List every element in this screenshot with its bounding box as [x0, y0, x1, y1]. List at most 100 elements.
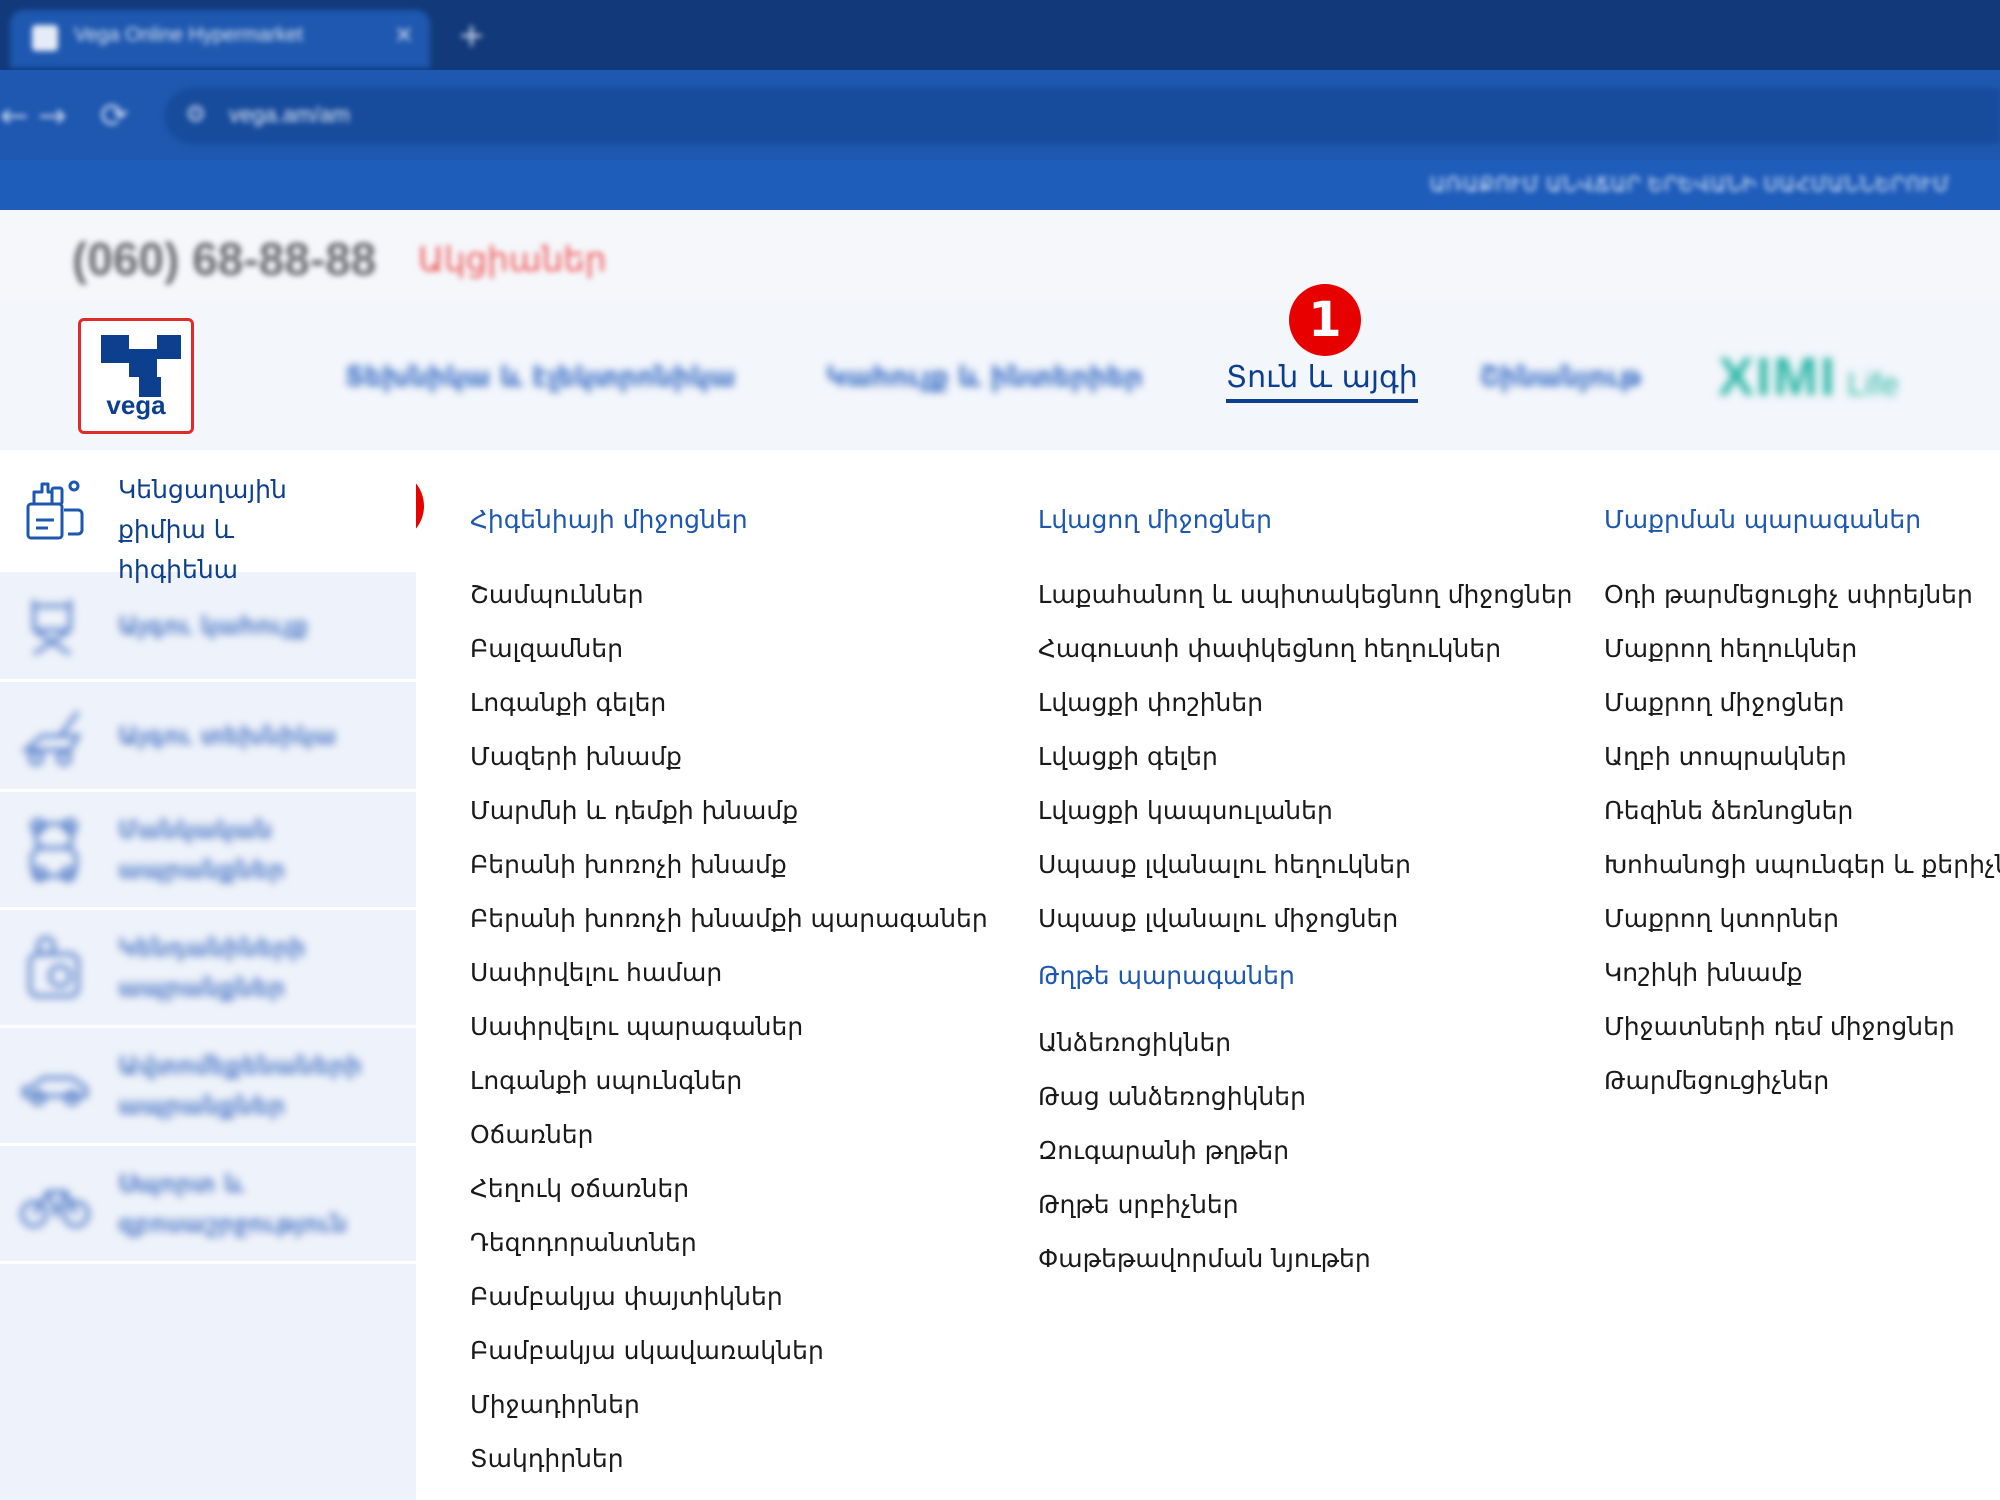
car-icon: [22, 1076, 88, 1106]
menu-item[interactable]: Անձեռոցիկներ: [1038, 1016, 1573, 1070]
menu-item[interactable]: Մաքրող հեղուկներ: [1604, 622, 2000, 676]
menu-item[interactable]: Մաքրող միջոցներ: [1604, 676, 2000, 730]
menu-item[interactable]: Միջատների դեմ միջոցներ: [1604, 1000, 2000, 1054]
sidebar-item-kids-products[interactable]: Մանկական ապրանքներ: [0, 792, 416, 910]
menu-item[interactable]: Լոգանքի գելեր: [470, 676, 988, 730]
nav-electronics[interactable]: Տեխնիկա և էլեկտրոնիկա: [345, 360, 735, 393]
menu-item[interactable]: Բամբակյա փայտիկներ: [470, 1270, 988, 1324]
sidebar-item-label: Կենդանիների ապրանքներ: [118, 933, 306, 1002]
menu-item[interactable]: Միջադիրներ: [470, 1378, 988, 1432]
logo-text: vega: [106, 390, 166, 420]
pet-supplies-icon: [28, 936, 80, 998]
site-header: vega Տեխնիկա և էլեկտրոնիկա Կահույք և ինտ…: [0, 302, 2000, 450]
column-spacer: [470, 540, 988, 568]
phone-number[interactable]: (060) 68-88-88: [72, 232, 376, 286]
menu-item[interactable]: Տակդիրներ: [470, 1432, 988, 1486]
menu-item[interactable]: Շամպուններ: [470, 568, 988, 622]
menu-item[interactable]: Սափրվելու համար: [470, 946, 988, 1000]
reload-icon[interactable]: ⟳: [100, 96, 129, 136]
director-chair-icon: [32, 600, 72, 656]
sidebar-item-sports-tourism[interactable]: Սպորտ և զբոսաշրջություն: [0, 1146, 416, 1264]
cleaning-supplies-icon: [26, 480, 84, 540]
menu-item[interactable]: Հեղուկ օճառներ: [470, 1162, 988, 1216]
column-heading-cleaning[interactable]: Մաքրման պարագաներ: [1604, 500, 2000, 540]
menu-item[interactable]: Մազերի խնամք: [470, 730, 988, 784]
ximi-logo: XIMI: [1718, 347, 1838, 407]
menu-item[interactable]: Լաքահանող և սպիտակեցնող միջոցներ: [1038, 568, 1573, 622]
nav-ximi-life[interactable]: XIMI Life: [1718, 346, 1899, 408]
sidebar-item-label: Մանկական ապրանքներ: [118, 815, 285, 884]
menu-item[interactable]: Լվացքի կապսուլաներ: [1038, 784, 1573, 838]
menu-item[interactable]: Լվացքի փոշիներ: [1038, 676, 1573, 730]
address-bar[interactable]: ⚙ vega.am/am: [165, 88, 2000, 144]
lawn-mower-icon: [20, 710, 82, 766]
address-url[interactable]: vega.am/am: [229, 102, 350, 128]
logo-square: [157, 335, 181, 359]
menu-column-washing: Լվացող միջոցներ Լաքահանող և սպիտակեցնող …: [1038, 500, 1573, 1286]
menu-item[interactable]: Դեզոդորանտներ: [470, 1216, 988, 1270]
tab-close-icon[interactable]: ×: [394, 20, 414, 48]
promo-text: ԱՌԱՔՈՒՄ ԱՆՎՃԱՐ ԵՐԵՎԱՆԻ ՍԱՀՄԱՆՆԵՐՈՒՄ: [1429, 174, 1950, 196]
column-heading-washing[interactable]: Լվացող միջոցներ: [1038, 500, 1573, 540]
sidebar-item-label: Ավտոմեքենաների ապրանքներ: [118, 1051, 362, 1120]
menu-item[interactable]: Աղբի տոպրակներ: [1604, 730, 2000, 784]
sidebar-item-label: Այգու կահույք: [118, 611, 308, 640]
category-sidebar: Կենցաղային քիմիա և հիգիենա Այգու կահույք…: [0, 450, 416, 1500]
menu-item[interactable]: Լվացքի գելեր: [1038, 730, 1573, 784]
promo-strip: ԱՌԱՔՈՒՄ ԱՆՎՃԱՐ ԵՐԵՎԱՆԻ ՍԱՀՄԱՆՆԵՐՈՒՄ: [0, 160, 2000, 210]
teddy-bear-icon: [30, 818, 78, 882]
menu-item[interactable]: Սպասք լվանալու հեղուկներ: [1038, 838, 1573, 892]
sales-link[interactable]: Ակցիաներ: [418, 240, 606, 280]
logo-square: [101, 335, 129, 363]
bicycle-icon: [20, 1190, 90, 1228]
sidebar-item-label: Այգու տեխնիկա: [118, 721, 337, 750]
browser-tab[interactable]: Vega Online Hypermarket ×: [10, 10, 430, 68]
menu-item[interactable]: Հագուստի փափկեցնող հեղուկներ: [1038, 622, 1573, 676]
column-spacer: [1038, 540, 1573, 568]
menu-item[interactable]: Զուգարանի թղթեր: [1038, 1124, 1573, 1178]
menu-column-cleaning: Մաքրման պարագաներ Օդի թարմեցուցիչ սփրեյն…: [1604, 500, 2000, 1108]
sidebar-item-label: Սպորտ և զբոսաշրջություն: [118, 1169, 348, 1238]
sidebar-item-household-chemicals[interactable]: Կենցաղային քիմիա և հիգիենա: [0, 450, 416, 584]
back-icon[interactable]: ←: [0, 96, 29, 136]
menu-item[interactable]: Լոգանքի սպունգներ: [470, 1054, 988, 1108]
sidebar-item-pet-products[interactable]: Կենդանիների ապրանքներ: [0, 910, 416, 1028]
column-heading-hygiene[interactable]: Հիգենիայի միջոցներ: [470, 500, 988, 540]
menu-item[interactable]: Օդի թարմեցուցիչ սփրեյներ: [1604, 568, 2000, 622]
menu-item[interactable]: Բերանի խոռոչի խնամքի պարագաներ: [470, 892, 988, 946]
contact-bar: (060) 68-88-88 Ակցիաներ: [0, 210, 2000, 302]
menu-item[interactable]: Փաթեթավորման նյութեր: [1038, 1232, 1573, 1286]
menu-item[interactable]: Խոհանոցի սպունգեր և քերիչներ: [1604, 838, 2000, 892]
logo-square: [129, 349, 157, 377]
menu-item[interactable]: Օճառներ: [470, 1108, 988, 1162]
menu-item[interactable]: Ռեզինե ձեռնոցներ: [1604, 784, 2000, 838]
column-heading-paper[interactable]: Թղթե պարագաներ: [1038, 954, 1573, 998]
column-spacer: [1604, 540, 2000, 568]
menu-item[interactable]: Մաքրող կտորներ: [1604, 892, 2000, 946]
new-tab-icon[interactable]: +: [458, 16, 485, 54]
tune-icon[interactable]: ⚙: [185, 100, 207, 128]
menu-item[interactable]: Թարմեցուցիչներ: [1604, 1054, 2000, 1108]
sidebar-item-car-products[interactable]: Ավտոմեքենաների ապրանքներ: [0, 1028, 416, 1146]
sidebar-item-garden-furniture[interactable]: Այգու կահույք: [0, 572, 416, 682]
menu-item[interactable]: Սափրվելու պարագաներ: [470, 1000, 988, 1054]
menu-item[interactable]: Մարմնի և դեմքի խնամք: [470, 784, 988, 838]
menu-item[interactable]: Թղթե սրբիչներ: [1038, 1178, 1573, 1232]
menu-item[interactable]: Սպասք լվանալու միջոցներ: [1038, 892, 1573, 946]
menu-item[interactable]: Կոշիկի խնամք: [1604, 946, 2000, 1000]
tab-title: Vega Online Hypermarket: [74, 24, 304, 46]
browser-tab-bar: Vega Online Hypermarket × +: [0, 0, 2000, 70]
forward-icon[interactable]: →: [38, 96, 67, 136]
ximi-life-label: Life: [1847, 366, 1899, 402]
nav-building-materials[interactable]: Շինանյութ: [1480, 360, 1641, 393]
nav-home-garden[interactable]: Տուն և այգի: [1226, 360, 1418, 403]
sidebar-item-garden-equipment[interactable]: Այգու տեխնիկա: [0, 682, 416, 792]
menu-item[interactable]: Բալզամներ: [470, 622, 988, 676]
menu-item[interactable]: Բամբակյա սկավառակներ: [470, 1324, 988, 1378]
vega-logo[interactable]: vega: [78, 318, 194, 434]
annotation-badge-1: 1: [1289, 284, 1361, 356]
menu-column-hygiene: Հիգենիայի միջոցներ Շամպուններ Բալզամներ …: [470, 500, 988, 1486]
nav-furniture[interactable]: Կահույք և ինտերիեր: [826, 360, 1143, 393]
menu-item[interactable]: Բերանի խոռոչի խնամք: [470, 838, 988, 892]
menu-item[interactable]: Թաց անձեռոցիկներ: [1038, 1070, 1573, 1124]
